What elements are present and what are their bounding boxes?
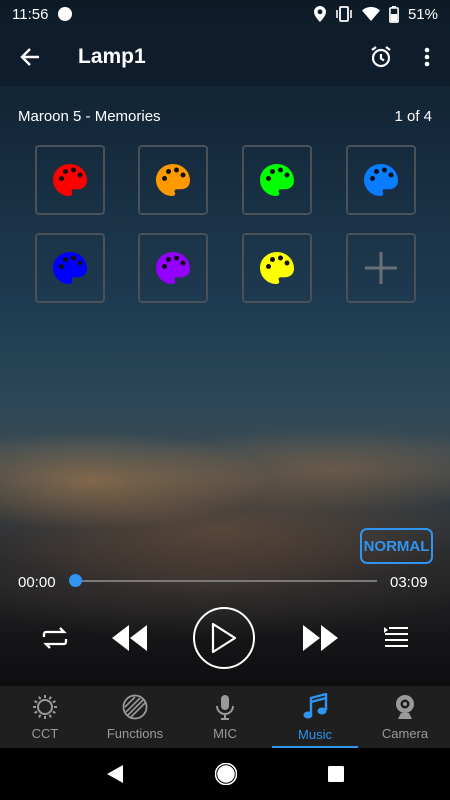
nav-tab-label: MIC	[213, 725, 237, 741]
location-icon	[313, 6, 326, 22]
status-icons: 51%	[313, 5, 438, 23]
palette-tile[interactable]	[35, 233, 105, 303]
alarm-clock-icon	[371, 46, 391, 68]
nav-tab-label: Functions	[106, 725, 164, 741]
overflow-menu-button[interactable]	[404, 28, 450, 86]
nav-back-icon[interactable]	[106, 764, 124, 784]
nav-tab-functions[interactable]: Functions	[90, 686, 180, 748]
playlist-button[interactable]	[378, 620, 414, 656]
status-bar: 11:56 51%	[0, 0, 450, 28]
play-button[interactable]	[193, 607, 255, 669]
progress-thumb[interactable]	[69, 574, 82, 587]
fast-forward-icon	[303, 625, 338, 651]
app-bar-actions	[358, 28, 450, 86]
music-note-icon	[302, 691, 328, 724]
nav-tab-cct[interactable]: CCT	[0, 686, 90, 748]
palette-tile[interactable]	[346, 145, 416, 215]
battery-icon	[389, 5, 399, 23]
repeat-icon	[42, 627, 68, 649]
bottom-nav: CCT Functions MIC Music Camera	[0, 686, 450, 748]
duration-time: 03:09	[390, 574, 428, 591]
palette-icon	[156, 252, 190, 284]
progress-slider[interactable]	[69, 574, 377, 587]
mode-button[interactable]: NORMAL	[360, 528, 433, 564]
palette-tile[interactable]	[242, 233, 312, 303]
arrow-back-icon	[20, 48, 39, 66]
webcam-icon	[393, 694, 417, 723]
plus-icon	[365, 252, 397, 284]
fast-forward-button[interactable]	[298, 618, 344, 658]
nav-tab-label: Camera	[381, 725, 429, 741]
back-button[interactable]	[0, 28, 60, 86]
elapsed-time: 00:00	[18, 574, 56, 591]
system-nav-bar	[0, 748, 450, 800]
song-info-row: Maroon 5 - Memories 1 of 4	[18, 108, 432, 125]
song-title: Maroon 5 - Memories	[18, 108, 161, 125]
palette-tile[interactable]	[35, 145, 105, 215]
more-vert-icon	[424, 47, 430, 67]
add-palette-button[interactable]	[346, 233, 416, 303]
nav-recents-icon[interactable]	[328, 766, 345, 782]
wifi-icon	[361, 7, 380, 21]
palette-icon	[364, 164, 398, 196]
repeat-button[interactable]	[34, 620, 76, 656]
palette-icon	[53, 164, 87, 196]
palette-icon	[260, 252, 294, 284]
palette-icon	[53, 252, 87, 284]
battery-percent: 51%	[407, 5, 438, 23]
palette-tile[interactable]	[138, 233, 208, 303]
page-indicator: 1 of 4	[394, 108, 432, 125]
stripes-icon	[122, 694, 148, 723]
palette-tile[interactable]	[242, 145, 312, 215]
nav-tab-camera[interactable]: Camera	[360, 686, 450, 748]
sun-icon	[32, 694, 58, 723]
palette-icon	[260, 164, 294, 196]
screen-background: 11:56 51% Lamp1 Maroon 5 - Memories 1 of…	[0, 0, 450, 800]
nav-tab-label: CCT	[31, 725, 59, 741]
rewind-button[interactable]	[106, 618, 152, 658]
app-bar: Lamp1	[0, 28, 450, 86]
palette-tile[interactable]	[138, 145, 208, 215]
nav-home-icon[interactable]	[214, 763, 237, 785]
palette-icon	[156, 164, 190, 196]
playlist-icon	[384, 627, 408, 647]
notification-dot-icon	[58, 7, 73, 21]
rewind-icon	[112, 625, 147, 651]
nav-tab-label: Music	[298, 726, 332, 742]
vibrate-icon	[336, 6, 352, 22]
alarm-button[interactable]	[358, 28, 404, 86]
mic-icon	[214, 694, 236, 723]
nav-tab-mic[interactable]: MIC	[180, 686, 270, 748]
page-title: Lamp1	[78, 45, 146, 68]
play-icon	[211, 622, 237, 654]
status-time: 11:56	[12, 5, 49, 23]
nav-tab-music[interactable]: Music	[270, 686, 360, 748]
